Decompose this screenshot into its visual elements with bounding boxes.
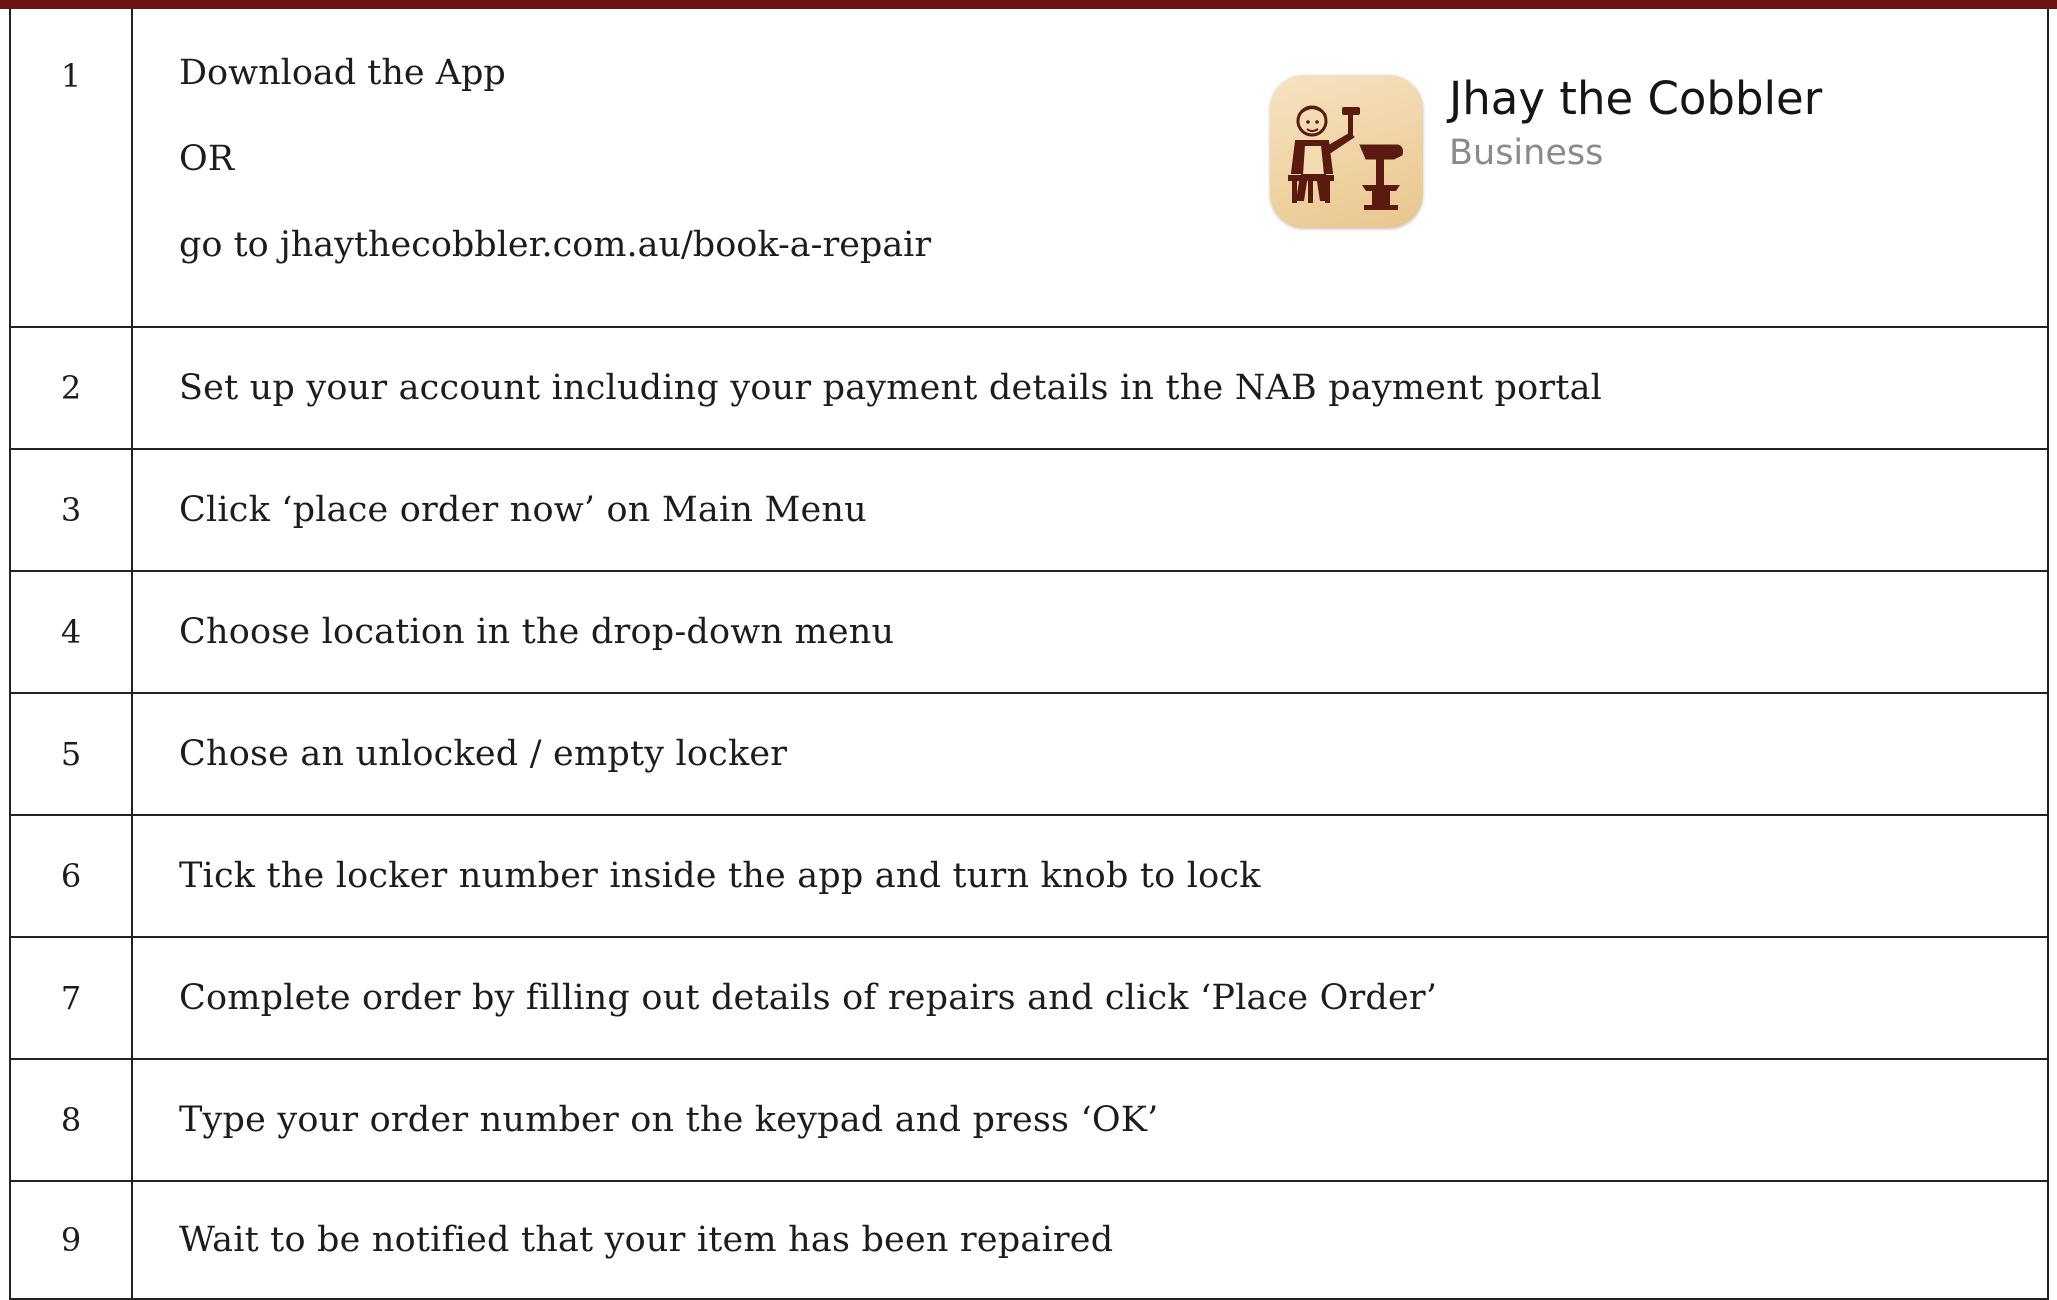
step-instructions: Download the App OR go to jhaythecobbler… — [179, 53, 931, 311]
table-row: 4 Choose location in the drop-down menu — [9, 570, 2049, 694]
step-number: 2 — [9, 326, 133, 450]
table-row: 1 Download the App OR go to jhaythecobbl… — [9, 9, 2049, 328]
table-row: 7 Complete order by filling out details … — [9, 936, 2049, 1060]
step-number: 6 — [9, 814, 133, 938]
step-number: 8 — [9, 1058, 133, 1182]
table-row: 9 Wait to be notified that your item has… — [9, 1180, 2049, 1300]
step-text: Type your order number on the keypad and… — [131, 1058, 2049, 1182]
table-row: 6 Tick the locker number inside the app … — [9, 814, 2049, 938]
step-text: Click ‘place order now’ on Main Menu — [131, 448, 2049, 572]
step-text: Set up your account including your payme… — [131, 326, 2049, 450]
step-cell: Download the App OR go to jhaythecobbler… — [131, 9, 2049, 328]
table-row: 8 Type your order number on the keypad a… — [9, 1058, 2049, 1182]
app-store-card[interactable]: Jhay the Cobbler Business — [1270, 73, 1822, 228]
step-line-download: Download the App — [179, 53, 506, 93]
cobbler-at-workbench-icon[interactable] — [1270, 75, 1423, 228]
step-number: 5 — [9, 692, 133, 816]
app-name[interactable]: Jhay the Cobbler — [1449, 73, 1822, 125]
step-number: 9 — [9, 1180, 133, 1300]
step-text: Tick the locker number inside the app an… — [131, 814, 2049, 938]
step-line-website: go to jhaythecobbler.com.au/book-a-repai… — [179, 225, 932, 265]
step-number: 1 — [9, 9, 133, 328]
step-number: 3 — [9, 448, 133, 572]
instructions-table: 1 Download the App OR go to jhaythecobbl… — [9, 9, 2049, 1300]
app-meta: Jhay the Cobbler Business — [1449, 73, 1822, 173]
step-number: 7 — [9, 936, 133, 1060]
table-row: 3 Click ‘place order now’ on Main Menu — [9, 448, 2049, 572]
step-number: 4 — [9, 570, 133, 694]
table-row: 2 Set up your account including your pay… — [9, 326, 2049, 450]
step-text: Chose an unlocked / empty locker — [131, 692, 2049, 816]
step-line-or: OR — [179, 139, 235, 179]
table-row: 5 Chose an unlocked / empty locker — [9, 692, 2049, 816]
step-text: Choose location in the drop-down menu — [131, 570, 2049, 694]
top-accent-bar — [0, 0, 2057, 9]
step-text: Complete order by filling out details of… — [131, 936, 2049, 1060]
step-text: Wait to be notified that your item has b… — [131, 1180, 2049, 1300]
app-category: Business — [1449, 132, 1604, 173]
